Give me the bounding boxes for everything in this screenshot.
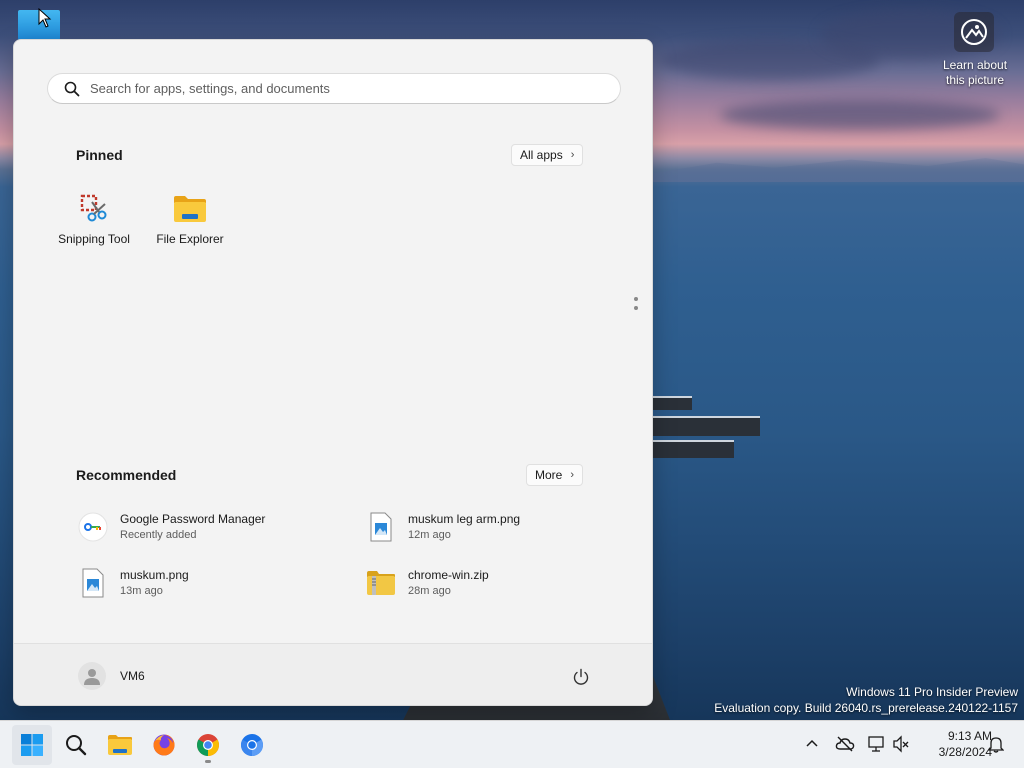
chrome-icon [197, 734, 219, 756]
zip-folder-icon [366, 567, 396, 599]
file-explorer-icon [173, 192, 207, 226]
file-explorer-icon [108, 735, 132, 755]
chromium-icon [241, 734, 263, 756]
start-menu: Pinned All apps › Snipping Tool File Exp… [13, 39, 653, 706]
os-watermark: Windows 11 Pro Insider Preview Evaluatio… [714, 685, 1018, 715]
search-input[interactable] [90, 81, 620, 96]
clock-date: 3/28/2024 [938, 745, 992, 759]
taskbar-clock[interactable]: 9:13 AM 3/28/2024 [914, 728, 992, 760]
start-icon [21, 734, 43, 756]
avatar [78, 662, 106, 690]
chevron-up-icon [806, 739, 818, 747]
taskbar-file-explorer[interactable] [100, 725, 140, 765]
clock-time: 9:13 AM [947, 729, 992, 743]
user-name: VM6 [120, 669, 145, 683]
learn-about-picture-label[interactable]: Learn about this picture [930, 58, 1020, 88]
network-tray-button[interactable] [866, 733, 888, 755]
image-file-icon [78, 567, 108, 599]
search-icon [62, 79, 82, 99]
recommended-title: Recommended [76, 467, 177, 483]
pinned-title: Pinned [76, 147, 123, 163]
search-icon [66, 735, 87, 756]
cloud-offline-icon [835, 736, 855, 752]
start-menu-footer: VM6 [14, 643, 652, 705]
snipping-tool-icon [77, 192, 111, 226]
image-file-icon [366, 511, 396, 543]
firefox-icon [153, 734, 175, 756]
camera-lens-icon [961, 19, 987, 45]
pinned-app-snipping-tool[interactable]: Snipping Tool [48, 192, 140, 246]
taskbar-firefox[interactable] [144, 725, 184, 765]
recommended-item-google-password-manager[interactable]: Google Password Manager Recently added [78, 507, 338, 547]
onedrive-tray-button[interactable] [834, 733, 856, 755]
key-icon [78, 511, 108, 543]
taskbar-search-button[interactable] [56, 725, 96, 765]
learn-about-picture-button[interactable] [954, 12, 994, 52]
running-indicator [205, 760, 211, 763]
chevron-right-icon: › [570, 149, 575, 161]
power-button[interactable] [570, 666, 592, 688]
recommended-item-muskum[interactable]: muskum.png 13m ago [78, 563, 338, 603]
taskbar-chromium[interactable] [232, 725, 272, 765]
recommended-item-chrome-win-zip[interactable]: chrome-win.zip 28m ago [366, 563, 626, 603]
start-button[interactable] [12, 725, 52, 765]
taskbar-chrome[interactable] [188, 725, 228, 765]
start-search-box[interactable] [47, 73, 621, 104]
pinned-app-file-explorer[interactable]: File Explorer [144, 192, 236, 246]
network-icon [868, 736, 884, 752]
notifications-button[interactable] [985, 733, 1007, 755]
taskbar: 9:13 AM 3/28/2024 [0, 720, 1024, 768]
pinned-page-indicator[interactable] [634, 297, 640, 315]
user-account-button[interactable]: VM6 [78, 662, 145, 690]
recommended-item-muskum-leg-arm[interactable]: muskum leg arm.png 12m ago [366, 507, 626, 547]
more-button[interactable]: More › [526, 464, 584, 486]
volume-tray-button[interactable] [890, 733, 912, 755]
chevron-right-icon: › [570, 469, 575, 481]
volume-muted-icon [893, 735, 909, 753]
show-hidden-icons-button[interactable] [801, 733, 823, 755]
power-icon [573, 668, 589, 685]
all-apps-button[interactable]: All apps › [511, 144, 584, 166]
bell-icon [988, 737, 1004, 753]
